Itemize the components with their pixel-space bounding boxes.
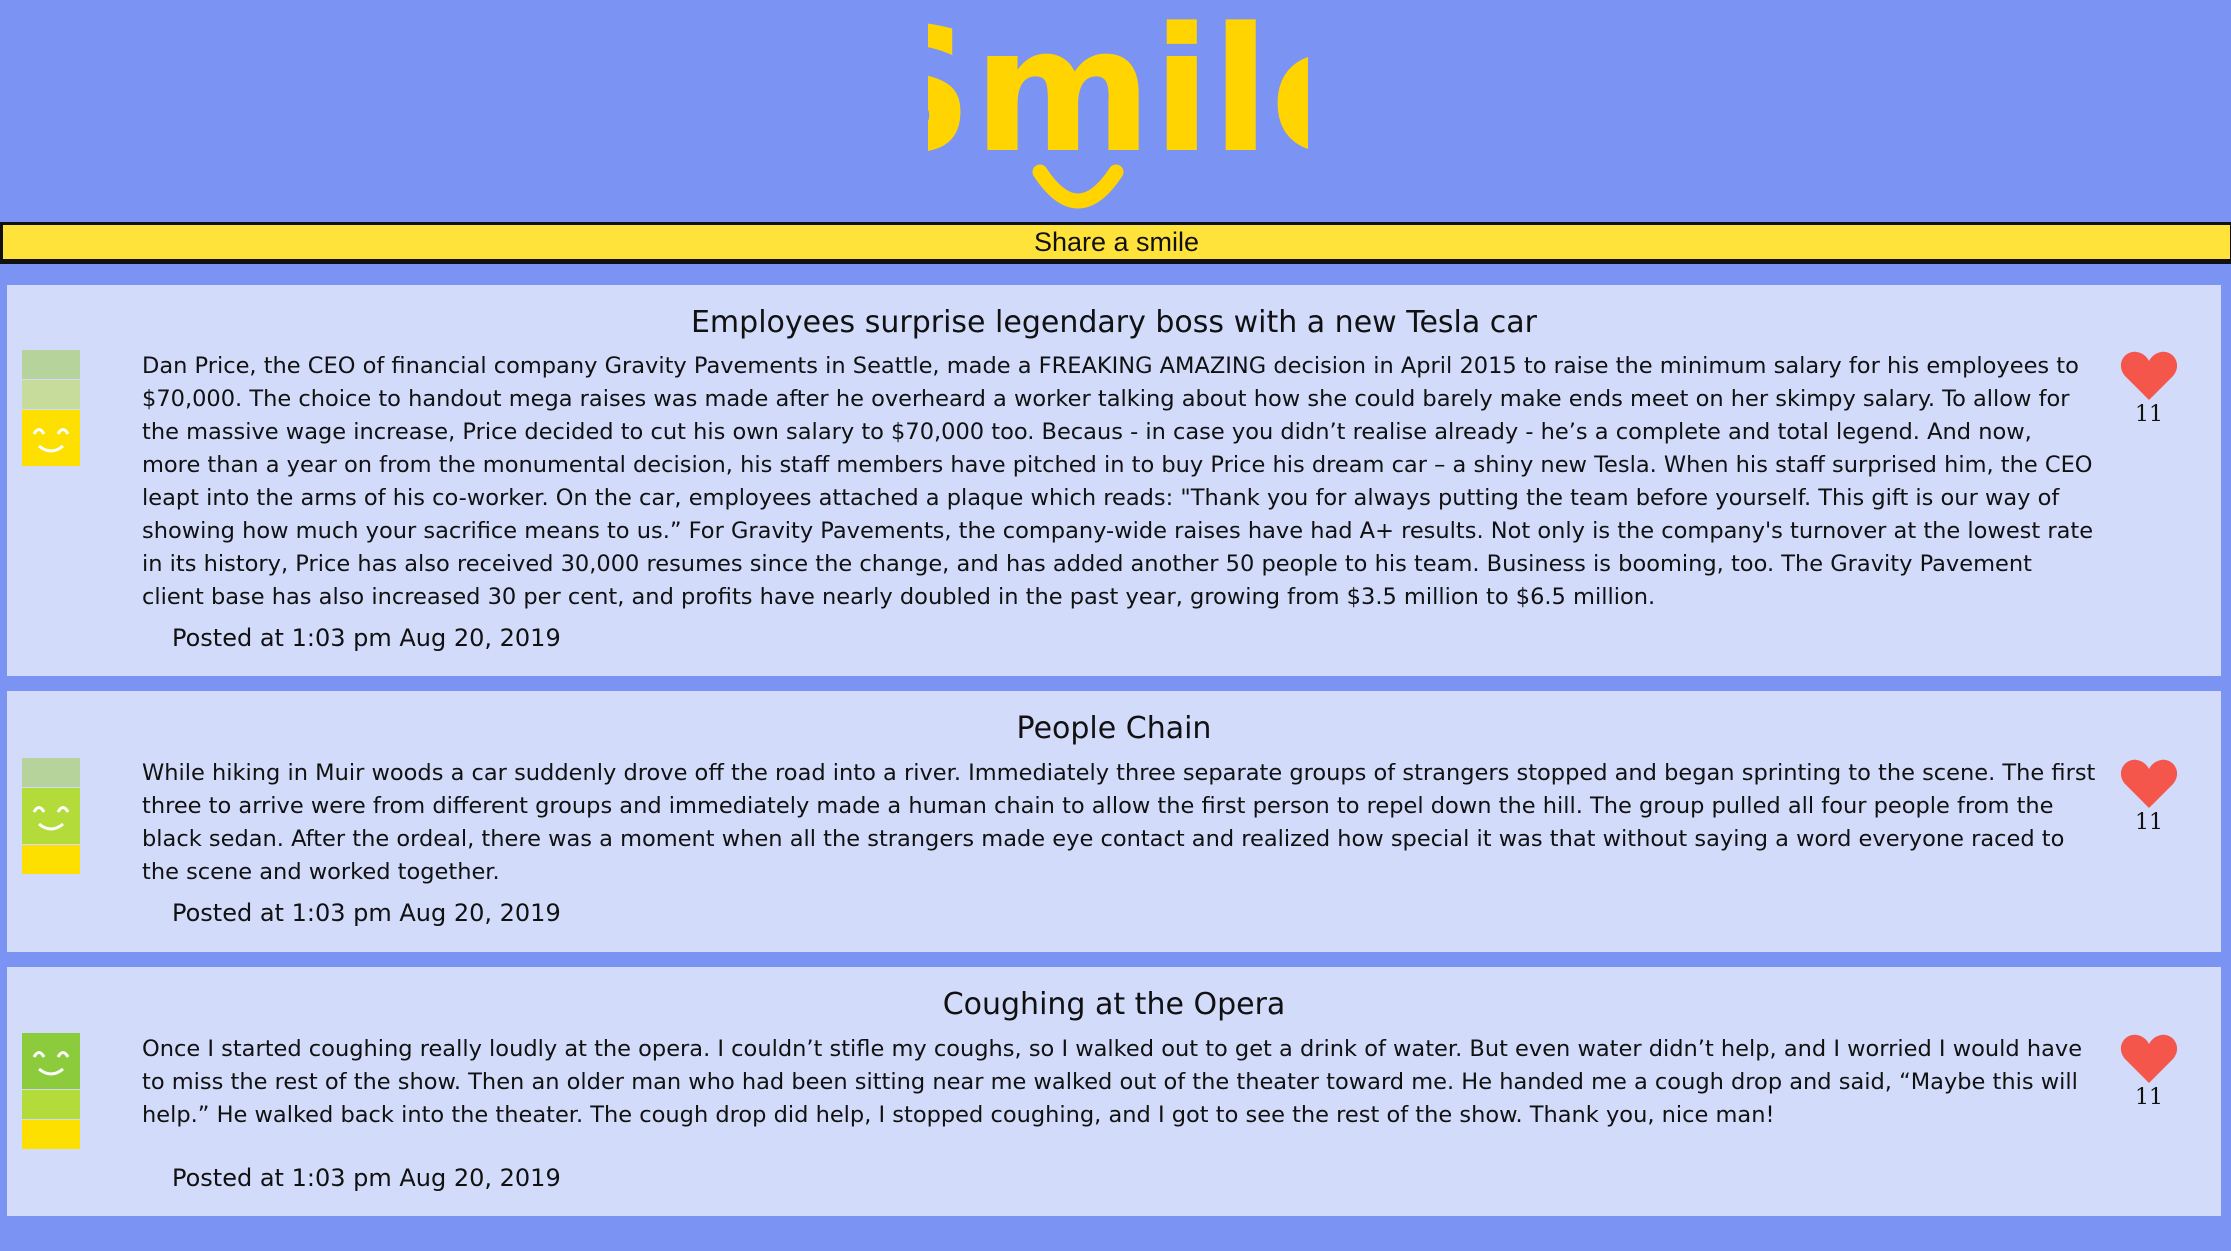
post-date: Posted at 1:03 pm Aug 20, 2019 bbox=[172, 899, 561, 927]
smiley-face-icon bbox=[32, 806, 70, 831]
post-card: Employees surprise legendary boss with a… bbox=[7, 285, 2221, 676]
like-button[interactable]: 11 bbox=[2117, 1033, 2181, 1110]
smile-rating-meter[interactable] bbox=[22, 1033, 80, 1150]
like-count: 11 bbox=[2135, 402, 2163, 427]
post-card: People Chain While hiking in Muir woods … bbox=[7, 691, 2221, 952]
like-count: 11 bbox=[2135, 810, 2163, 835]
smile-rating-meter[interactable] bbox=[22, 758, 80, 875]
post-title: People Chain bbox=[1016, 711, 1212, 746]
meter-cell[interactable] bbox=[22, 350, 80, 379]
meter-cell-active[interactable] bbox=[22, 788, 80, 844]
like-button[interactable]: 11 bbox=[2117, 350, 2181, 427]
meter-cell[interactable] bbox=[22, 758, 80, 787]
page-header: Smile bbox=[0, 0, 2231, 222]
post-date: Posted at 1:03 pm Aug 20, 2019 bbox=[172, 1164, 561, 1192]
meter-cell[interactable] bbox=[22, 380, 80, 409]
meter-cell[interactable] bbox=[22, 845, 80, 874]
post-body: Dan Price, the CEO of financial company … bbox=[142, 353, 2094, 610]
heart-icon bbox=[2120, 351, 2178, 400]
post-card: Coughing at the Opera Once I started cou… bbox=[7, 967, 2221, 1216]
post-title: Coughing at the Opera bbox=[942, 987, 1286, 1022]
heart-icon bbox=[2120, 1034, 2178, 1083]
smile-logo[interactable]: Smile bbox=[928, 0, 1308, 215]
meter-cell[interactable] bbox=[22, 1090, 80, 1119]
logo-text: Smile bbox=[928, 0, 1308, 191]
share-a-smile-button[interactable]: Share a smile bbox=[0, 222, 2231, 264]
like-button[interactable]: 11 bbox=[2117, 758, 2181, 835]
meter-cell[interactable] bbox=[22, 1120, 80, 1149]
smile-rating-meter[interactable] bbox=[22, 350, 80, 467]
post-body: While hiking in Muir woods a car suddenl… bbox=[142, 760, 2096, 885]
meter-cell-active[interactable] bbox=[22, 410, 80, 466]
post-title: Employees surprise legendary boss with a… bbox=[690, 305, 1538, 340]
post-date: Posted at 1:03 pm Aug 20, 2019 bbox=[172, 624, 561, 652]
like-count: 11 bbox=[2135, 1085, 2163, 1110]
heart-icon bbox=[2120, 759, 2178, 808]
smiley-face-icon bbox=[32, 1051, 70, 1076]
smiley-face-icon bbox=[32, 428, 70, 453]
post-body: Once I started coughing really loudly at… bbox=[142, 1036, 2083, 1128]
meter-cell-active[interactable] bbox=[22, 1033, 80, 1089]
